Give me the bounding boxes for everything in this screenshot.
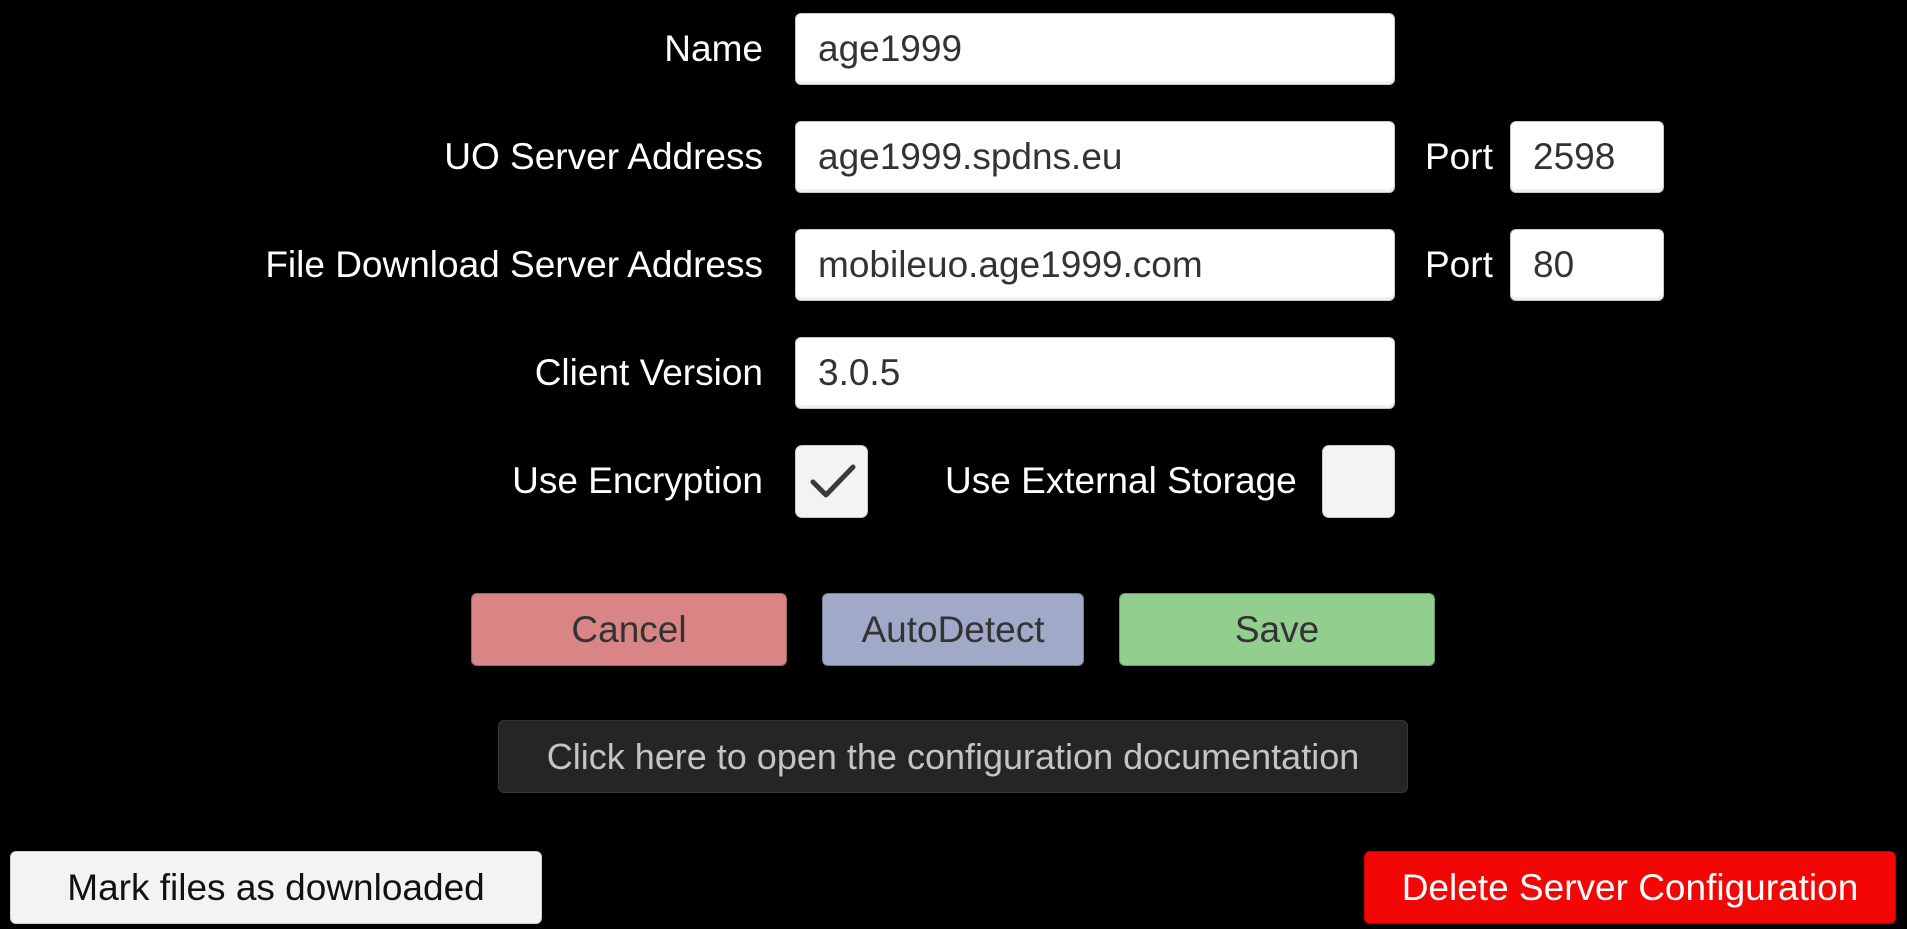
- checkmark-icon: [810, 464, 856, 498]
- use-encryption-label: Use Encryption: [512, 460, 763, 501]
- autodetect-button[interactable]: AutoDetect: [822, 593, 1084, 666]
- open-documentation-button[interactable]: Click here to open the configuration doc…: [498, 720, 1408, 793]
- uo-server-port-label: Port: [1425, 136, 1493, 177]
- save-button[interactable]: Save: [1119, 593, 1435, 666]
- file-download-port-input[interactable]: [1510, 229, 1664, 301]
- file-download-server-address-label: File Download Server Address: [265, 244, 763, 285]
- client-version-input[interactable]: [795, 337, 1395, 409]
- use-external-storage-checkbox[interactable]: [1322, 445, 1395, 518]
- file-download-port-label: Port: [1425, 244, 1493, 285]
- file-download-server-address-input[interactable]: [795, 229, 1395, 301]
- client-version-label: Client Version: [534, 352, 763, 393]
- uo-server-address-input[interactable]: [795, 121, 1395, 193]
- name-input[interactable]: [795, 13, 1395, 85]
- delete-server-configuration-button[interactable]: Delete Server Configuration: [1364, 851, 1896, 924]
- use-encryption-checkbox[interactable]: [795, 445, 868, 518]
- cancel-button[interactable]: Cancel: [471, 593, 787, 666]
- uo-server-address-label: UO Server Address: [444, 136, 763, 177]
- name-label: Name: [664, 28, 763, 69]
- mark-files-downloaded-button[interactable]: Mark files as downloaded: [10, 851, 542, 924]
- uo-server-port-input[interactable]: [1510, 121, 1664, 193]
- use-external-storage-label: Use External Storage: [945, 460, 1297, 501]
